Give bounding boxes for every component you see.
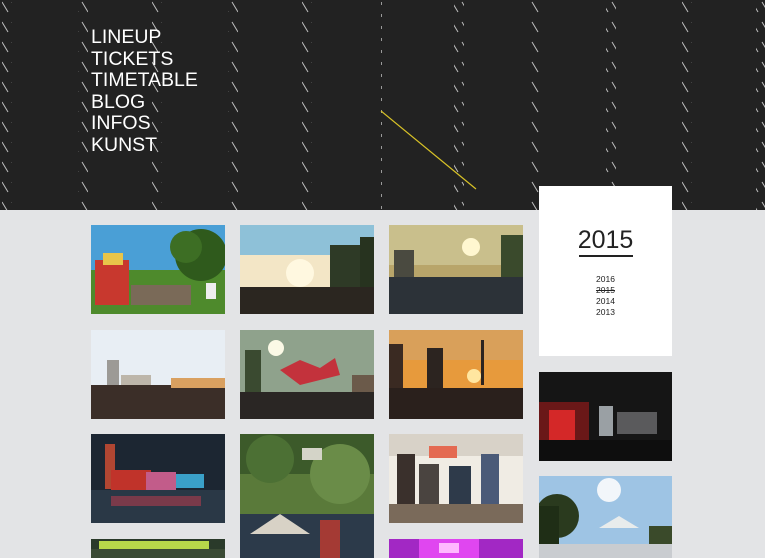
nav-tickets[interactable]: TICKETS — [91, 48, 198, 71]
gallery-photo[interactable] — [240, 330, 374, 419]
gallery-photo[interactable] — [91, 434, 225, 523]
gallery-photo[interactable] — [240, 434, 374, 558]
gallery-photo[interactable] — [91, 539, 225, 558]
accent-line — [380, 110, 477, 190]
year-title-underline — [579, 255, 633, 257]
nav-infos[interactable]: INFOS — [91, 112, 198, 135]
main-nav: LINEUP TICKETS TIMETABLE BLOG INFOS KUNS… — [91, 26, 198, 157]
year-archive-card: 2015 2016 2015 2014 2013 — [539, 186, 672, 356]
nav-blog[interactable]: BLOG — [91, 91, 198, 114]
year-link-2014[interactable]: 2014 — [539, 296, 672, 307]
nav-lineup[interactable]: LINEUP — [91, 26, 198, 49]
gallery-photo[interactable] — [91, 225, 225, 314]
gallery-photo[interactable] — [539, 476, 672, 558]
year-link-2016[interactable]: 2016 — [539, 274, 672, 285]
gallery-photo[interactable] — [389, 539, 523, 558]
nav-timetable[interactable]: TIMETABLE — [91, 69, 198, 92]
year-list: 2016 2015 2014 2013 — [539, 274, 672, 318]
gallery-photo[interactable] — [389, 330, 523, 419]
gallery-photo[interactable] — [91, 330, 225, 419]
gallery-photo[interactable] — [539, 372, 672, 461]
site-header: LINEUP TICKETS TIMETABLE BLOG INFOS KUNS… — [0, 0, 765, 210]
year-link-2013[interactable]: 2013 — [539, 307, 672, 318]
gallery-photo[interactable] — [389, 434, 523, 523]
year-link-2015[interactable]: 2015 — [539, 285, 672, 296]
gallery-photo[interactable] — [240, 225, 374, 314]
current-year-title: 2015 — [577, 226, 634, 254]
nav-kunst[interactable]: KUNST — [91, 134, 198, 157]
gallery-photo[interactable] — [389, 225, 523, 314]
